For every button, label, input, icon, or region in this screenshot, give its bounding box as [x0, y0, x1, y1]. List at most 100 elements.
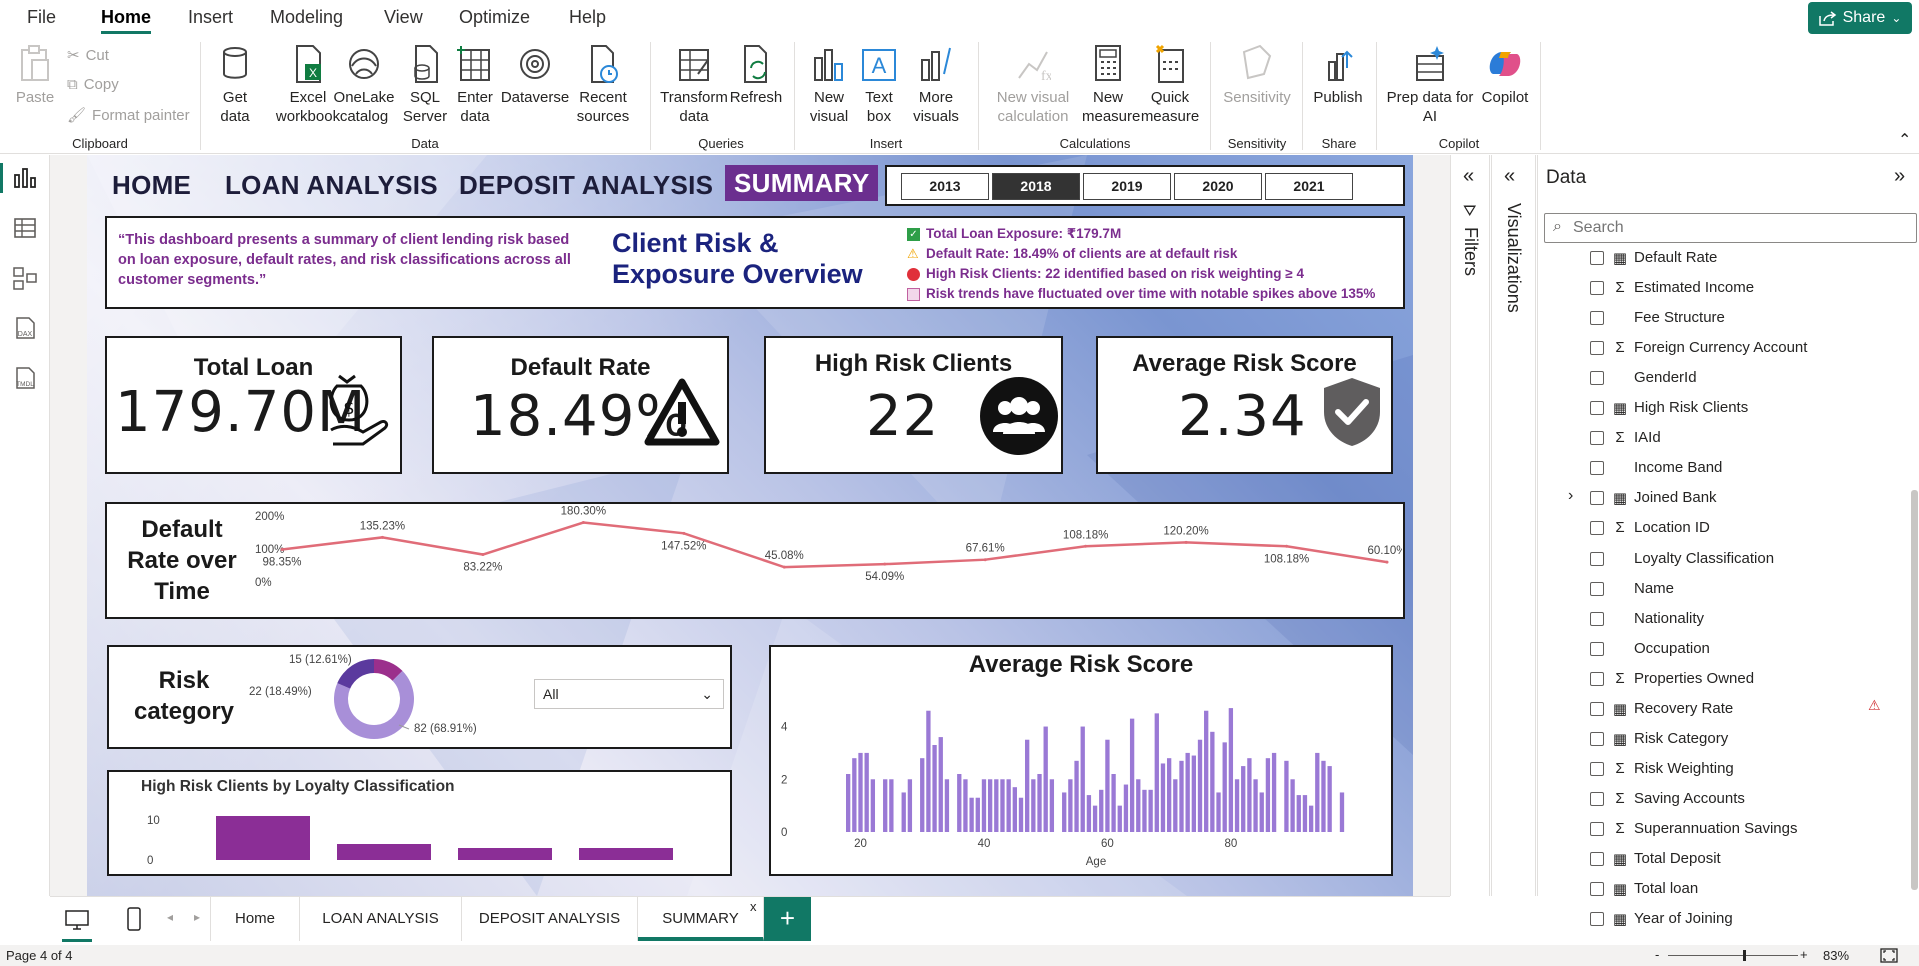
copy-button[interactable]: ⧉ Copy [67, 76, 119, 93]
quick-measure-button[interactable]: Quick measure [1140, 44, 1200, 126]
mobile-layout-icon[interactable] [126, 907, 142, 931]
visualizations-label[interactable]: Visualizations [1503, 203, 1524, 313]
field-checkbox[interactable] [1590, 731, 1604, 746]
field-checkbox[interactable] [1590, 461, 1604, 476]
field-item[interactable]: Occupation [1538, 634, 1908, 664]
menu-optimize[interactable]: Optimize [459, 7, 530, 28]
page-tab-summary[interactable]: SUMMARY [638, 897, 764, 941]
default-rate-line-chart[interactable]: 200% 100% 0% 98.35% 135.23% 83.22% 180.30% 147.… [247, 504, 1402, 617]
collapse-ribbon-icon[interactable]: ⌃ [1898, 130, 1911, 150]
expand-filters-icon[interactable]: « [1463, 165, 1474, 188]
field-item[interactable]: Σ IAId [1538, 423, 1908, 453]
field-checkbox[interactable] [1590, 281, 1604, 296]
onelake-catalog-button[interactable]: OneLake catalog [330, 44, 398, 126]
data-search-field[interactable]: ⌕ [1544, 213, 1917, 243]
field-item[interactable]: Σ Superannuation Savings [1538, 814, 1908, 844]
zoom-slider-track[interactable] [1668, 955, 1798, 956]
new-measure-button[interactable]: New measure [1082, 44, 1140, 126]
nav-summary[interactable]: SUMMARY [725, 165, 879, 201]
field-item[interactable]: Σ Estimated Income [1538, 273, 1908, 303]
field-item[interactable]: Σ Saving Accounts [1538, 784, 1908, 814]
expand-chevron-icon[interactable]: › [1568, 487, 1573, 505]
zoom-in-button[interactable]: + [1800, 947, 1808, 962]
year-2013-button[interactable]: 2013 [901, 173, 989, 200]
close-tab-icon[interactable]: x [750, 899, 757, 914]
new-visual-button[interactable]: New visual [804, 44, 854, 126]
field-item[interactable]: ▦ Risk Category [1538, 724, 1908, 754]
field-item[interactable]: Σ Foreign Currency Account [1538, 333, 1908, 363]
field-checkbox[interactable] [1590, 401, 1604, 416]
desktop-layout-icon[interactable] [64, 909, 90, 931]
year-2018-button[interactable]: 2018 [992, 173, 1080, 200]
scroll-left-icon[interactable]: ◂ [167, 910, 173, 924]
report-view-icon[interactable] [12, 165, 38, 191]
field-checkbox[interactable] [1590, 671, 1604, 686]
field-checkbox[interactable] [1590, 761, 1604, 776]
field-checkbox[interactable] [1590, 521, 1604, 536]
menu-help[interactable]: Help [569, 7, 606, 28]
tmdl-view-icon[interactable]: TMDL [12, 365, 38, 391]
prep-data-ai-button[interactable]: Prep data for AI [1385, 44, 1475, 126]
data-pane-scrollbar[interactable] [1911, 490, 1918, 890]
field-item[interactable]: Name [1538, 574, 1908, 604]
transform-data-button[interactable]: Transform data [658, 44, 730, 126]
table-view-icon[interactable] [12, 215, 38, 241]
field-item[interactable]: ▦ Total loan [1538, 874, 1908, 904]
menu-file[interactable]: File [27, 7, 56, 28]
field-item[interactable]: › ▦ Joined Bank [1538, 483, 1908, 513]
cut-button[interactable]: ✂ Cut [67, 46, 109, 65]
data-search-input[interactable] [1573, 217, 1903, 239]
page-tab-deposit-analysis[interactable]: DEPOSIT ANALYSIS [462, 897, 638, 941]
field-item[interactable]: Loyalty Classification [1538, 544, 1908, 574]
year-2021-button[interactable]: 2021 [1265, 173, 1353, 200]
collapse-data-pane-icon[interactable]: » [1894, 165, 1905, 188]
field-checkbox[interactable] [1590, 371, 1604, 386]
loyalty-bar-chart[interactable]: 10 0 [109, 772, 730, 874]
field-checkbox[interactable] [1590, 581, 1604, 596]
field-item[interactable]: GenderId [1538, 363, 1908, 393]
recent-sources-button[interactable]: Recent sources [570, 44, 636, 126]
field-item[interactable]: Σ Risk Weighting [1538, 754, 1908, 784]
more-visuals-button[interactable]: More visuals [903, 44, 969, 126]
field-checkbox[interactable] [1590, 611, 1604, 626]
risk-category-donut-chart[interactable]: 82 (68.91%) 22 (18.49%) 15 (12.61%) [249, 647, 529, 747]
format-painter-button[interactable]: 🖌 Format painter [67, 106, 190, 125]
field-item[interactable]: ▦ High Risk Clients [1538, 393, 1908, 423]
menu-insert[interactable]: Insert [188, 7, 233, 28]
refresh-button[interactable]: Refresh [728, 44, 784, 107]
publish-button[interactable]: Publish [1310, 44, 1366, 107]
dax-query-icon[interactable]: DAX [12, 315, 38, 341]
nav-deposit-analysis[interactable]: DEPOSIT ANALYSIS [459, 170, 713, 201]
page-tab-home[interactable]: Home [210, 897, 300, 941]
scroll-right-icon[interactable]: ▸ [194, 910, 200, 924]
enter-data-button[interactable]: Enter data [452, 44, 498, 126]
field-checkbox[interactable] [1590, 912, 1604, 927]
zoom-out-button[interactable]: - [1655, 947, 1659, 962]
field-item[interactable]: Fee Structure [1538, 303, 1908, 333]
field-checkbox[interactable] [1590, 641, 1604, 656]
sensitivity-button[interactable]: Sensitivity [1222, 44, 1292, 107]
field-item[interactable]: Nationality [1538, 604, 1908, 634]
new-visual-calculation-button[interactable]: fx New visual calculation [990, 44, 1076, 126]
field-checkbox[interactable] [1590, 491, 1604, 506]
field-checkbox[interactable] [1590, 852, 1604, 866]
field-checkbox[interactable] [1590, 431, 1604, 446]
sql-server-button[interactable]: SQL Server [402, 44, 448, 126]
field-item[interactable]: ▦ Recovery Rate [1538, 694, 1908, 724]
dataverse-button[interactable]: Dataverse [500, 44, 570, 107]
field-checkbox[interactable] [1590, 311, 1604, 326]
fit-to-page-icon[interactable] [1880, 948, 1898, 963]
nav-loan-analysis[interactable]: LOAN ANALYSIS [225, 170, 438, 201]
menu-home[interactable]: Home [101, 7, 151, 28]
zoom-slider-thumb[interactable] [1742, 950, 1746, 961]
filters-label[interactable]: Filters [1460, 227, 1481, 276]
add-page-button[interactable]: + [764, 897, 811, 941]
copilot-button[interactable]: Copilot [1476, 44, 1534, 107]
field-item[interactable]: Income Band [1538, 453, 1908, 483]
menu-modeling[interactable]: Modeling [270, 7, 343, 28]
field-checkbox[interactable] [1590, 791, 1604, 806]
field-item[interactable]: Σ Properties Owned [1538, 664, 1908, 694]
expand-visualizations-icon[interactable]: « [1504, 165, 1515, 188]
field-item[interactable]: ▦ Total Deposit [1538, 844, 1908, 874]
field-checkbox[interactable] [1590, 251, 1604, 265]
